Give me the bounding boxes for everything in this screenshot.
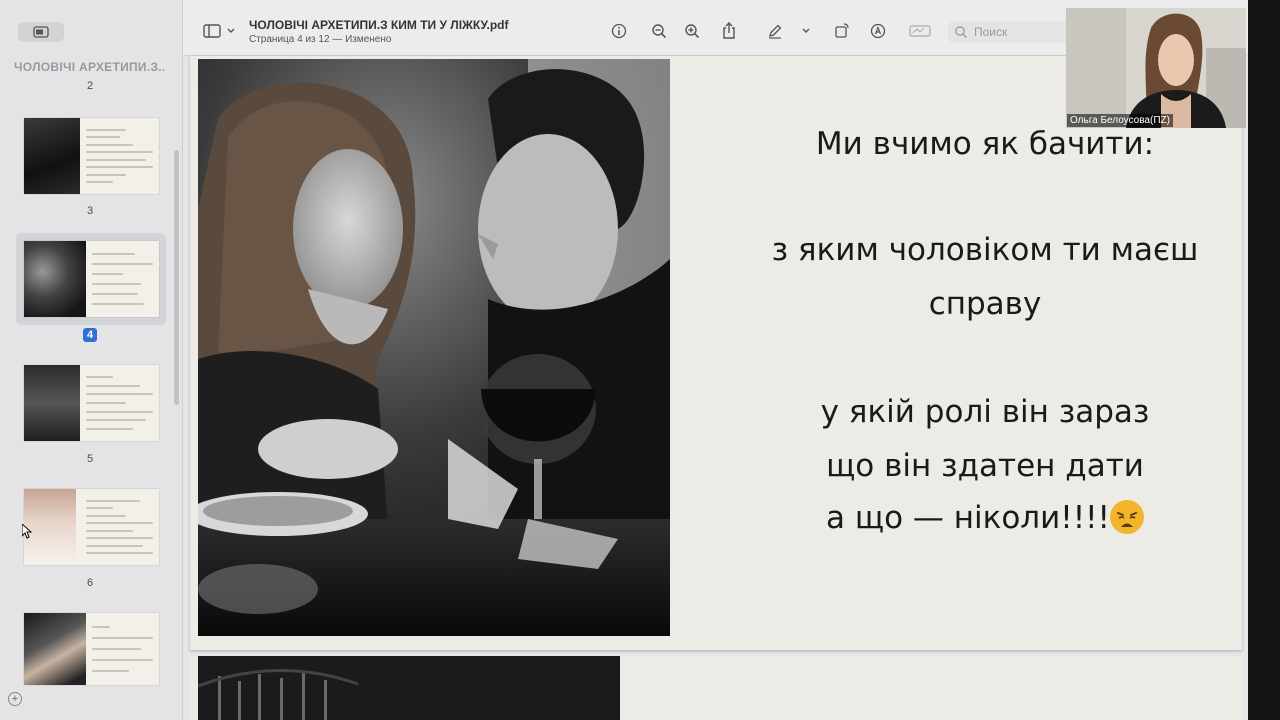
page-thumbnail-5[interactable]	[24, 365, 159, 441]
sidebar-icon	[203, 24, 221, 38]
slide-text-line: з яким чоловіком ти маєш	[771, 232, 1199, 268]
zoom-out-icon[interactable]	[650, 22, 668, 40]
page-thumbnail-7[interactable]	[24, 613, 159, 685]
page-thumbnail-6[interactable]	[24, 489, 159, 565]
chevron-down-icon[interactable]	[797, 22, 815, 40]
slide-text-line: справу	[928, 286, 1042, 322]
slide-text-block: Ми вчимо як бачити: з яким чоловіком ти …	[730, 56, 1240, 650]
sidebar-document-title: ЧОЛОВІЧІ АРХЕТИПИ.З...	[14, 60, 164, 74]
pdf-page-5	[190, 656, 1242, 720]
sidebar-menu-button[interactable]	[203, 24, 235, 38]
rotate-icon[interactable]	[833, 22, 851, 40]
preview-window: ЧОЛОВІЧІ АРХЕТИПИ.З... 2 3 4 5 6 + ЧОЛОВ…	[0, 0, 1248, 720]
zoom-in-icon[interactable]	[683, 22, 701, 40]
info-icon[interactable]	[610, 22, 628, 40]
page-number-label: 2	[86, 80, 94, 92]
video-participant-tile[interactable]: Ольга Белоусова(ПZ)	[1066, 8, 1246, 128]
thumbnail-sidebar: ЧОЛОВІЧІ АРХЕТИПИ.З... 2 3 4 5 6 +	[0, 0, 183, 720]
slide-photo	[198, 59, 670, 636]
thumbnail-view-icon	[33, 26, 49, 38]
slide-text-line: що він здатен дати	[826, 448, 1144, 484]
markup-pen-icon[interactable]	[766, 22, 784, 40]
search-field[interactable]: Поиск	[948, 21, 1078, 43]
weary-face-icon	[1109, 500, 1144, 534]
page-number-label: 3	[86, 205, 94, 217]
slide-text-line: а що — ніколи!!!!	[826, 500, 1110, 536]
share-icon[interactable]	[720, 22, 738, 40]
slide-heading: Ми вчимо як бачити:	[815, 126, 1155, 162]
page-thumbnail-4[interactable]	[24, 241, 159, 317]
search-placeholder: Поиск	[974, 25, 1008, 39]
screen-edge-dark	[1248, 0, 1280, 720]
sidebar-view-toggle[interactable]	[18, 22, 64, 42]
document-subtitle: Страница 4 из 12 — Изменено	[249, 34, 392, 45]
participant-name-label: Ольга Белоусова(ПZ)	[1067, 114, 1173, 127]
page-number-label: 6	[86, 577, 94, 589]
chevron-down-icon	[227, 28, 235, 33]
page-number-label-selected: 4	[82, 328, 98, 342]
page-number-label: 5	[86, 453, 94, 465]
document-viewer: Ми вчимо як бачити: з яким чоловіком ти …	[183, 56, 1248, 720]
document-title: ЧОЛОВІЧІ АРХЕТИПИ.З КИМ ТИ У ЛІЖКУ.pdf	[249, 18, 509, 32]
pdf-page-4: Ми вчимо як бачити: з яким чоловіком ти …	[190, 56, 1242, 650]
mouse-cursor-icon	[22, 524, 32, 539]
signature-icon[interactable]	[908, 22, 932, 40]
add-page-icon[interactable]: +	[8, 692, 22, 706]
slide-text-line: у якій ролі він зараз	[820, 394, 1150, 430]
slide-photo	[198, 656, 620, 720]
sidebar-scrollbar[interactable]	[174, 150, 179, 405]
annotate-icon[interactable]	[869, 22, 887, 40]
search-icon	[955, 26, 967, 38]
page-thumbnail-3[interactable]	[24, 118, 159, 194]
